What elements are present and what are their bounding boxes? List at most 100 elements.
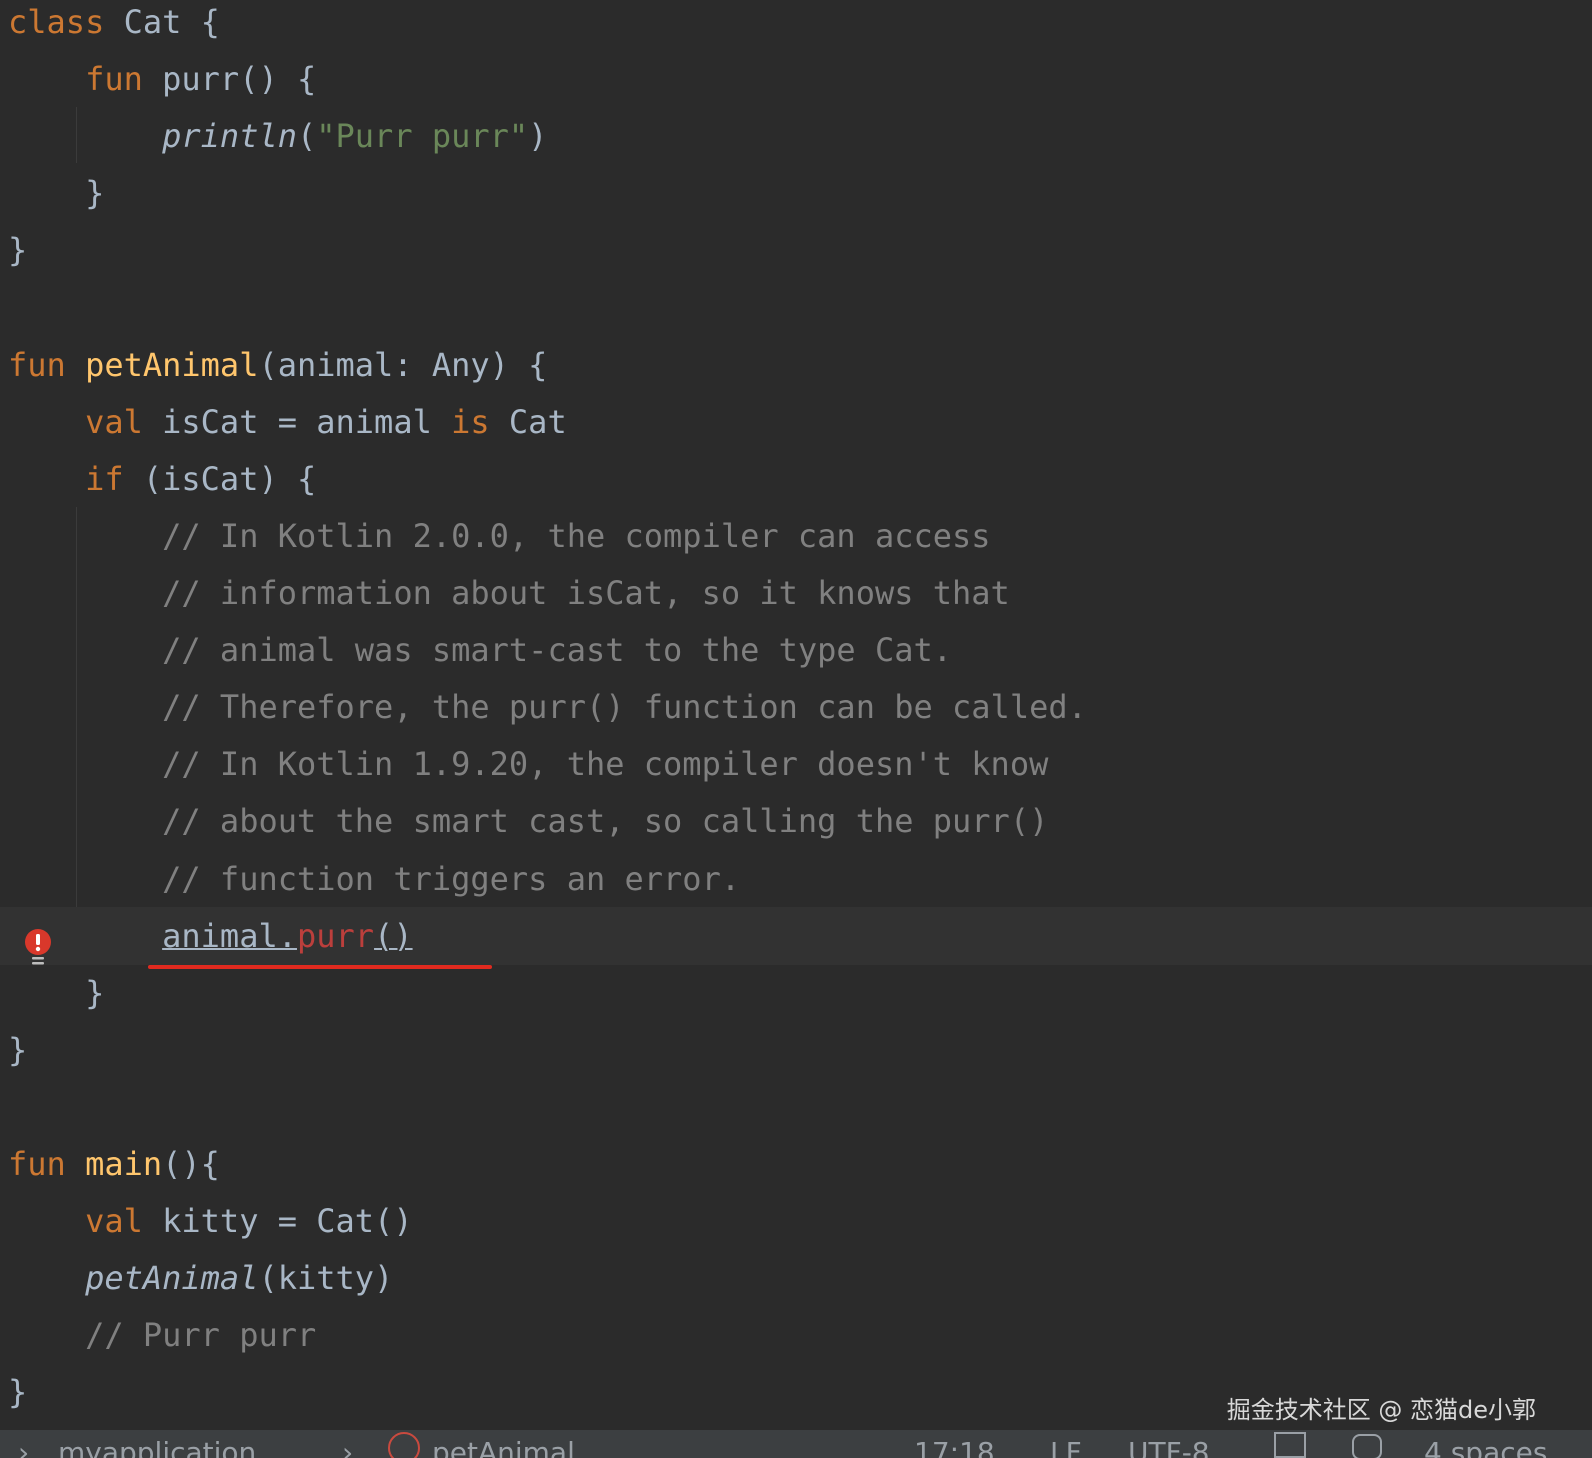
- breadcrumb-separator: ›: [342, 1436, 354, 1458]
- code-text: // In Kotlin 1.9.20, the compiler doesn'…: [8, 735, 1048, 793]
- code-text: // about the smart cast, so calling the …: [8, 792, 1048, 850]
- code-token: println: [162, 117, 297, 155]
- code-line[interactable]: animal.purr(): [0, 907, 1592, 965]
- code-token: Cat {: [104, 3, 220, 41]
- readonly-toggle-icon[interactable]: [1274, 1432, 1306, 1458]
- code-token: (animal: Any) {: [258, 346, 548, 384]
- status-bar: › myapplication › petAnimal 17:18 LF UTF…: [0, 1430, 1592, 1458]
- code-line[interactable]: println("Purr purr"): [0, 107, 1592, 165]
- code-text: println("Purr purr"): [8, 107, 547, 165]
- code-token: "Purr purr": [316, 117, 529, 155]
- code-token: // Therefore, the purr() function can be…: [162, 688, 1087, 726]
- code-token: // about the smart cast, so calling the …: [162, 802, 1049, 840]
- code-line[interactable]: // about the smart cast, so calling the …: [0, 792, 1592, 850]
- code-line[interactable]: fun main(){: [0, 1135, 1592, 1193]
- code-token: fun: [85, 60, 143, 98]
- indent-setting[interactable]: 4 spaces: [1424, 1436, 1547, 1458]
- inspection-icon[interactable]: [1352, 1434, 1382, 1458]
- code-token: }: [8, 1373, 28, 1411]
- code-line[interactable]: }: [0, 1021, 1592, 1079]
- code-text: fun purr() {: [8, 50, 316, 108]
- code-text: if (isCat) {: [8, 450, 316, 508]
- code-text: fun main(){: [8, 1135, 220, 1193]
- watermark: 掘金技术社区 @ 恋猫de小郭: [1226, 1396, 1536, 1424]
- code-text: }: [8, 964, 104, 1022]
- code-line[interactable]: // information about isCat, so it knows …: [0, 564, 1592, 622]
- code-token: }: [8, 174, 105, 212]
- breadcrumb-separator: ›: [18, 1436, 30, 1458]
- error-underline: [148, 965, 492, 969]
- code-token: }: [8, 974, 105, 1012]
- code-token: (isCat) {: [123, 460, 317, 498]
- code-text: // information about isCat, so it knows …: [8, 564, 1010, 622]
- code-text: // animal was smart-cast to the type Cat…: [8, 621, 952, 679]
- function-icon: [388, 1432, 420, 1458]
- code-token: }: [8, 231, 28, 269]
- code-line[interactable]: // Therefore, the purr() function can be…: [0, 678, 1592, 736]
- code-line[interactable]: // animal was smart-cast to the type Cat…: [0, 621, 1592, 679]
- code-line[interactable]: val kitty = Cat(): [0, 1192, 1592, 1250]
- code-text: fun petAnimal(animal: Any) {: [8, 336, 547, 394]
- code-editor[interactable]: class Cat { fun purr() { println("Purr p…: [0, 0, 1592, 1430]
- code-token: (): [374, 917, 413, 955]
- code-text: animal.purr(): [8, 907, 413, 965]
- code-token: fun: [8, 1145, 66, 1183]
- code-token: (){: [162, 1145, 220, 1183]
- code-token: is: [451, 403, 490, 441]
- code-line[interactable]: class Cat {: [0, 0, 1592, 51]
- file-encoding[interactable]: UTF-8: [1128, 1436, 1210, 1458]
- code-line[interactable]: fun petAnimal(animal: Any) {: [0, 336, 1592, 394]
- code-token: // In Kotlin 1.9.20, the compiler doesn'…: [162, 745, 1049, 783]
- code-line[interactable]: }: [0, 221, 1592, 279]
- code-line[interactable]: petAnimal(kitty): [0, 1249, 1592, 1307]
- code-token: main: [85, 1145, 163, 1183]
- code-token: val: [85, 1202, 143, 1240]
- code-token: ): [528, 117, 548, 155]
- code-token: if: [85, 460, 124, 498]
- code-token: petAnimal: [85, 346, 259, 384]
- code-token: Cat: [489, 403, 567, 441]
- breadcrumb-function[interactable]: petAnimal: [432, 1436, 575, 1458]
- code-text: class Cat {: [8, 0, 220, 51]
- code-token: // In Kotlin 2.0.0, the compiler can acc…: [162, 517, 991, 555]
- code-token: // Purr purr: [85, 1316, 317, 1354]
- code-line[interactable]: fun purr() {: [0, 50, 1592, 108]
- breadcrumb-project[interactable]: myapplication: [58, 1436, 256, 1458]
- code-line[interactable]: }: [0, 964, 1592, 1022]
- code-line[interactable]: if (isCat) {: [0, 450, 1592, 508]
- code-line[interactable]: }: [0, 164, 1592, 222]
- code-line[interactable]: // Purr purr: [0, 1306, 1592, 1364]
- code-line[interactable]: val isCat = animal is Cat: [0, 393, 1592, 451]
- code-line[interactable]: [0, 1078, 1592, 1136]
- code-line[interactable]: // function triggers an error.: [0, 850, 1592, 908]
- code-line[interactable]: [0, 279, 1592, 337]
- code-line[interactable]: // In Kotlin 1.9.20, the compiler doesn'…: [0, 735, 1592, 793]
- code-token: purr() {: [142, 60, 317, 98]
- code-text: }: [8, 221, 27, 279]
- line-separator[interactable]: LF: [1050, 1436, 1082, 1458]
- caret-position[interactable]: 17:18: [914, 1436, 995, 1458]
- code-line[interactable]: // In Kotlin 2.0.0, the compiler can acc…: [0, 507, 1592, 565]
- code-token: (: [296, 117, 317, 155]
- code-text: }: [8, 1021, 27, 1079]
- code-text: // In Kotlin 2.0.0, the compiler can acc…: [8, 507, 991, 565]
- code-token: fun: [8, 346, 66, 384]
- code-token: purr: [296, 917, 375, 955]
- error-icon[interactable]: [22, 928, 54, 968]
- code-token: animal.: [162, 917, 297, 955]
- code-text: }: [8, 1363, 27, 1421]
